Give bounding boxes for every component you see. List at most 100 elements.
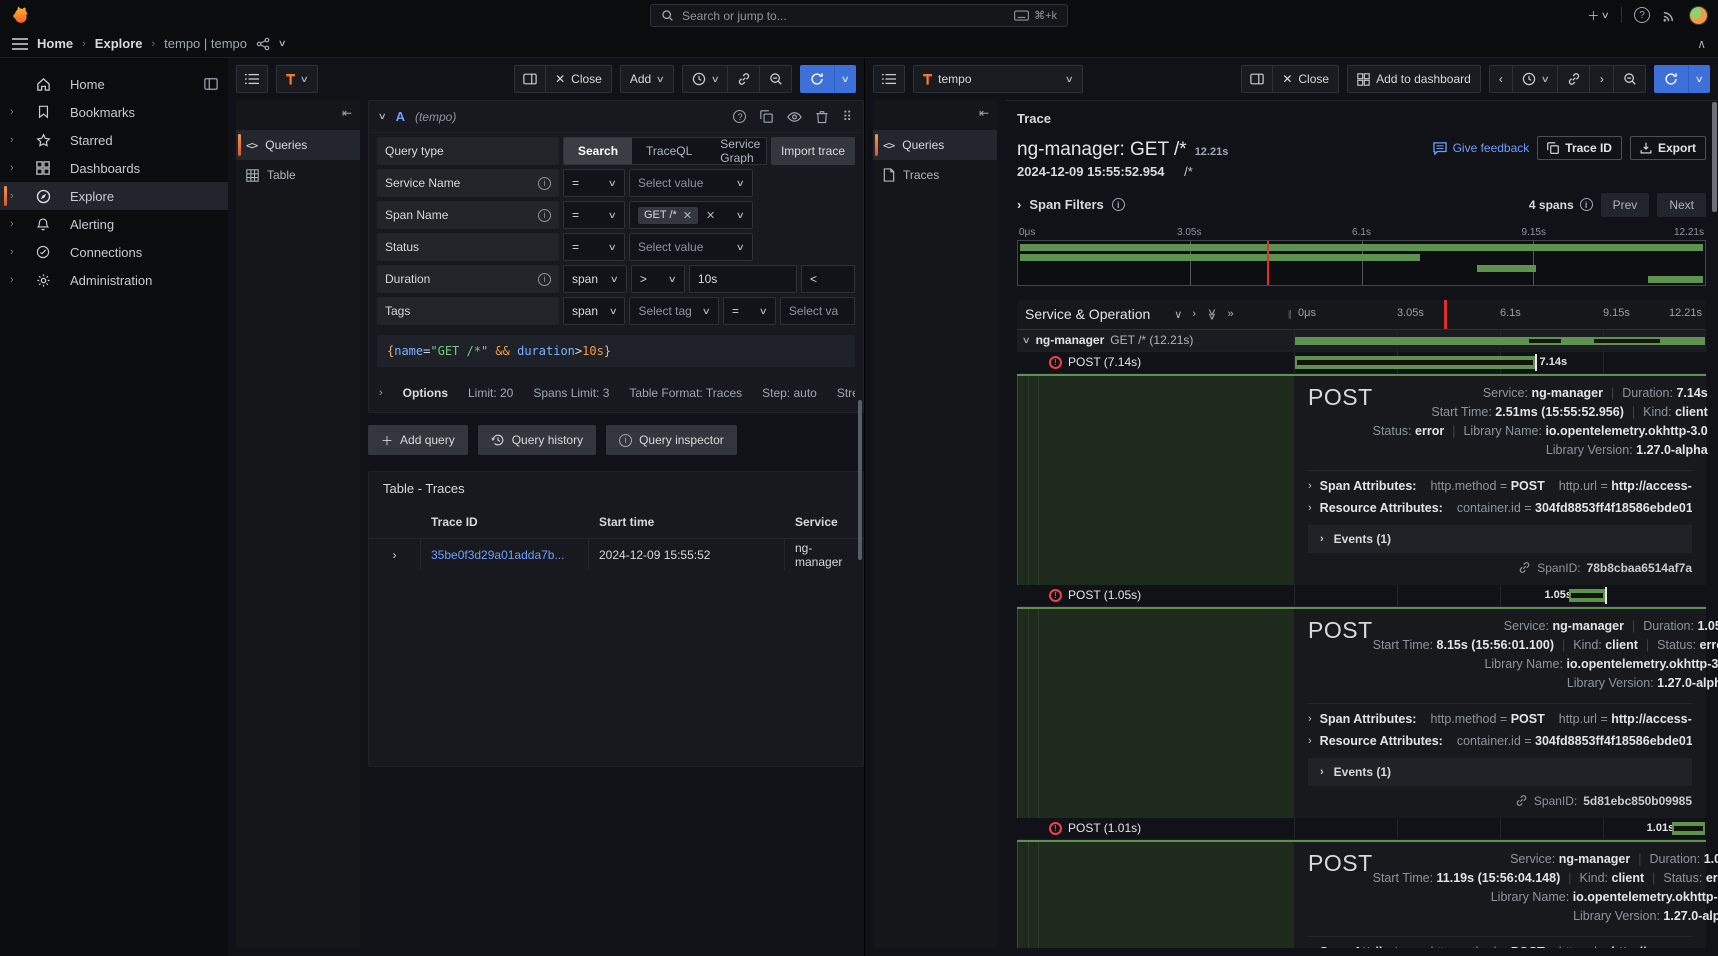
expand-one-icon[interactable]: ›: [1192, 308, 1196, 321]
left-sidebar-queries[interactable]: <> Queries: [236, 130, 360, 160]
breadcrumb-explore[interactable]: Explore: [95, 36, 143, 51]
query-help-icon[interactable]: ?: [733, 110, 746, 123]
tab-service-graph[interactable]: Service Graph: [706, 138, 767, 164]
info-icon[interactable]: i: [1580, 198, 1593, 211]
collapse-chrome-icon[interactable]: ∧: [1697, 37, 1706, 51]
column-resize-handle[interactable]: ∥: [1288, 309, 1293, 320]
tags-value-select[interactable]: Select va: [780, 297, 855, 325]
span-row[interactable]: !POST (7.14s) 7.14s: [1017, 352, 1706, 374]
expand-chevron-icon[interactable]: ›: [10, 274, 28, 286]
collapse-all-icon[interactable]: ≫: [1205, 308, 1218, 320]
news-icon[interactable]: [1662, 8, 1677, 23]
add-to-dashboard-button[interactable]: Add to dashboard: [1347, 65, 1481, 93]
duration-max-operator-select[interactable]: <: [801, 265, 855, 293]
copy-link-button[interactable]: [728, 65, 760, 93]
span-filters-toggle[interactable]: › Span Filters i: [1017, 197, 1125, 212]
collapse-query-icon[interactable]: ∨: [378, 111, 387, 122]
tags-scope-select[interactable]: span∨: [563, 297, 625, 325]
split-pane-button[interactable]: [1241, 65, 1273, 93]
zoom-out-button[interactable]: [760, 65, 792, 93]
export-button[interactable]: Export: [1630, 136, 1706, 160]
duration-value-input[interactable]: 10s: [689, 265, 797, 293]
add-dropdown-button[interactable]: Add∨: [620, 65, 674, 93]
trace-minimap[interactable]: 0μs 3.05s 6.1s 9.15s 12.21s: [1017, 227, 1706, 286]
run-query-button[interactable]: ∨: [1654, 65, 1710, 93]
info-icon[interactable]: i: [538, 177, 551, 190]
query-history-button[interactable]: Query history: [478, 425, 596, 455]
sidebar-item-bookmarks[interactable]: › Bookmarks: [0, 98, 228, 126]
duplicate-query-icon[interactable]: [760, 110, 773, 123]
prev-span-button[interactable]: Prev: [1601, 193, 1650, 217]
new-button[interactable]: ＋∨: [1587, 7, 1609, 24]
span-name-chip[interactable]: GET /*✕: [638, 207, 698, 224]
expand-chevron-icon[interactable]: ›: [10, 106, 28, 118]
expand-all-icon[interactable]: »: [1228, 308, 1234, 321]
span-bar[interactable]: [1295, 356, 1535, 369]
disable-query-eye-icon[interactable]: [787, 111, 802, 123]
dock-menu-icon[interactable]: [204, 77, 218, 91]
query-inspector-button[interactable]: iQuery inspector: [606, 425, 737, 455]
span-bar[interactable]: [1569, 589, 1604, 602]
tags-operator-select[interactable]: =∨: [723, 297, 776, 325]
status-value-select[interactable]: Select value∨: [629, 233, 753, 261]
close-pane-button[interactable]: ✕ Close: [546, 65, 612, 93]
left-pane-scrollbar[interactable]: [858, 400, 862, 560]
status-operator-select[interactable]: =∨: [563, 233, 625, 261]
info-icon[interactable]: i: [1112, 198, 1125, 211]
help-icon[interactable]: ?: [1634, 7, 1650, 23]
run-interval-chevron[interactable]: ∨: [834, 65, 856, 93]
close-pane-button[interactable]: ✕ Close: [1273, 65, 1339, 93]
expand-chevron-icon[interactable]: ›: [10, 246, 28, 258]
drag-handle-icon[interactable]: ⠿: [842, 109, 853, 125]
user-avatar[interactable]: [1689, 6, 1708, 25]
global-search[interactable]: ⌘+k: [650, 4, 1068, 27]
run-interval-chevron[interactable]: ∨: [1688, 65, 1710, 93]
datasource-picker[interactable]: T ∨: [276, 65, 318, 93]
sidebar-item-starred[interactable]: › Starred: [0, 126, 228, 154]
import-trace-button[interactable]: Import trace: [771, 137, 855, 165]
left-sidebar-table[interactable]: Table: [236, 160, 360, 190]
remove-chip-icon[interactable]: ✕: [683, 209, 692, 222]
resource-attributes-toggle[interactable]: ›Resource Attributes: container.id = 304…: [1308, 501, 1692, 515]
give-feedback-link[interactable]: Give feedback: [1433, 141, 1530, 155]
share-icon[interactable]: [256, 37, 270, 51]
sidebar-item-connections[interactable]: › Connections: [0, 238, 228, 266]
run-query-button[interactable]: ∨: [800, 65, 856, 93]
collapse-sidebar-icon[interactable]: ⇤: [979, 106, 989, 120]
sidebar-item-explore[interactable]: › Explore: [0, 182, 228, 210]
query-options-row[interactable]: › Options Limit: 20 Spans Limit: 3 Table…: [377, 377, 855, 402]
expand-chevron-icon[interactable]: ›: [10, 134, 28, 146]
span-name-operator-select[interactable]: =∨: [563, 201, 625, 229]
split-pane-button[interactable]: [514, 65, 546, 93]
expand-chevron-icon[interactable]: ›: [10, 218, 28, 230]
next-span-button[interactable]: Next: [1657, 193, 1706, 217]
root-span-bar[interactable]: [1295, 337, 1705, 345]
time-picker-button[interactable]: ∨: [682, 65, 729, 93]
remove-query-trash-icon[interactable]: [816, 110, 828, 124]
duration-scope-select[interactable]: span∨: [563, 265, 627, 293]
info-icon[interactable]: i: [538, 273, 551, 286]
mega-menu-icon[interactable]: [12, 38, 28, 50]
duration-operator-select[interactable]: >∨: [631, 265, 685, 293]
time-shift-back-button[interactable]: ‹: [1489, 65, 1513, 93]
sidebar-item-administration[interactable]: › Administration: [0, 266, 228, 294]
search-input[interactable]: [682, 9, 1006, 23]
sidebar-item-dashboards[interactable]: › Dashboards: [0, 154, 228, 182]
service-name-value-select[interactable]: Select value∨: [629, 169, 753, 197]
span-row-root[interactable]: ∨ ng-manager GET /* (12.21s): [1017, 330, 1706, 352]
tags-key-select[interactable]: Select tag∨: [629, 297, 718, 325]
events-toggle[interactable]: ›Events (1): [1308, 758, 1692, 786]
collapse-sidebar-icon[interactable]: ⇤: [342, 106, 352, 120]
sidebar-item-alerting[interactable]: › Alerting: [0, 210, 228, 238]
span-row[interactable]: !POST (1.05s) 1.05s: [1017, 585, 1706, 607]
tab-search[interactable]: Search: [564, 138, 632, 164]
breadcrumb-chevron-down-icon[interactable]: ∨: [278, 38, 287, 49]
events-toggle[interactable]: ›Events (1): [1308, 525, 1692, 553]
query-rows-list-button[interactable]: [236, 65, 268, 93]
right-pane-scrollbar[interactable]: [1712, 102, 1717, 212]
link-icon[interactable]: [1518, 561, 1531, 574]
span-name-value-select[interactable]: GET /*✕ ✕∨: [629, 201, 753, 229]
span-row[interactable]: !POST (1.01s) 1.01s: [1017, 818, 1706, 840]
zoom-out-button[interactable]: [1614, 65, 1646, 93]
expand-chevron-icon[interactable]: ›: [10, 162, 28, 174]
